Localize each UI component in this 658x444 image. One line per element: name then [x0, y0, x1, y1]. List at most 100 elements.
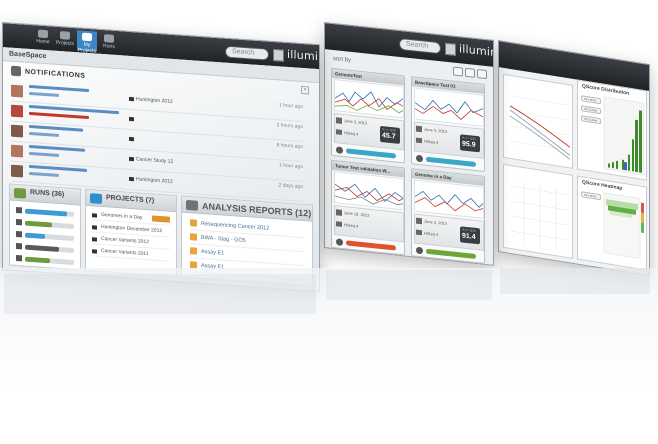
notifications-icon — [11, 65, 21, 77]
notification-project[interactable]: Huntington 2012 — [129, 176, 173, 185]
q30-badge: % >= Q30 95.9 — [460, 134, 480, 153]
nav-tab-my-projects[interactable]: My Projects — [77, 30, 97, 55]
progress-fill — [25, 232, 45, 239]
notification-time: 1 hour ago — [279, 102, 303, 111]
calendar-icon — [336, 209, 342, 216]
report-icon — [186, 199, 198, 211]
run-card[interactable]: BaseSpace Test 01 June 5, 2013 HiSeq 4 %… — [411, 76, 485, 172]
clock-icon — [416, 246, 423, 255]
qscore-distribution-panel: QScore Distribution All Lanes All Cycles… — [577, 79, 647, 181]
folder-icon — [60, 31, 70, 40]
analysis-reports-title: ANALYSIS REPORTS (12) — [202, 200, 312, 219]
run-metrics-chart — [334, 79, 404, 119]
close-icon[interactable]: × — [301, 85, 309, 95]
calendar-icon — [336, 117, 342, 124]
notification-time: 2 days ago — [278, 182, 303, 191]
instrument-icon — [336, 129, 342, 135]
instrument-icon — [416, 137, 422, 144]
nav-tab-home[interactable]: Home — [33, 27, 53, 48]
folder-icon — [90, 193, 102, 204]
runs-icon — [14, 187, 26, 199]
avatar — [11, 84, 23, 98]
run-icon — [16, 206, 22, 214]
progress-bar — [25, 220, 74, 230]
settings-toggle[interactable] — [477, 69, 487, 80]
q30-value: 45.7 — [382, 132, 396, 141]
progress-fill — [25, 256, 50, 264]
run-card[interactable]: Tumor Test validation W... June 19, 2013… — [331, 159, 405, 256]
progress-fill — [25, 208, 67, 217]
notification-time: 8 hours ago — [276, 142, 303, 151]
progress-bar — [25, 244, 74, 254]
notification-project[interactable] — [129, 116, 136, 122]
avatar — [11, 144, 23, 158]
home-icon — [38, 29, 48, 39]
run-metrics-chart — [334, 171, 404, 211]
run-metrics-chart — [414, 87, 484, 127]
qscore-histogram — [603, 96, 645, 176]
progress-bar — [25, 232, 74, 242]
run-metrics-chart — [414, 179, 484, 219]
notification-project[interactable]: Cancer Study 12 — [129, 156, 173, 165]
nav-tab-projects[interactable]: Projects — [55, 29, 75, 50]
nav-tab-runs[interactable]: Runs — [99, 32, 119, 53]
grid-view-toggle[interactable] — [453, 66, 463, 77]
runs-dashboard-screen: Search illumina sort by GenomeTest June … — [324, 22, 494, 266]
qscore-heatmap — [603, 192, 644, 259]
notification-time: 1 hour ago — [279, 162, 303, 171]
marketing-scene: QScore Distribution All Lanes All Cycles… — [0, 0, 658, 444]
user-avatar[interactable] — [273, 48, 284, 62]
run-icon — [16, 218, 22, 226]
run-status-bar — [346, 240, 396, 251]
grid-chart — [510, 182, 570, 252]
folder-icon — [82, 32, 92, 42]
instrument-icon — [416, 229, 422, 236]
avatar — [11, 164, 23, 178]
progress-bar — [25, 256, 74, 266]
search-input[interactable]: Search — [399, 37, 441, 55]
clock-icon — [336, 146, 343, 154]
notification-project[interactable]: Huntington 2012 — [129, 96, 173, 105]
charts-screen: QScore Distribution All Lanes All Cycles… — [498, 40, 650, 277]
run-status-bar — [346, 148, 396, 159]
notifications-title: NOTIFICATIONS — [25, 68, 86, 80]
user-avatar[interactable] — [445, 42, 456, 56]
line-chart-panel — [503, 73, 573, 169]
new-badge — [152, 215, 170, 223]
instrument-icon — [336, 221, 342, 227]
run-status-bar — [426, 156, 476, 167]
notification-project[interactable] — [129, 136, 136, 142]
runs-title: RUNS (36) — [30, 188, 65, 199]
basespace-home-screen: Home Projects My Projects Runs Search il… — [2, 22, 320, 293]
run-icon — [16, 230, 22, 238]
avatar — [11, 104, 23, 118]
run-icon — [16, 242, 22, 250]
app-name: BaseSpace — [9, 50, 47, 61]
illumina-logo: illumina — [459, 42, 494, 60]
illumina-logo: illumina — [287, 47, 320, 65]
progress-fill — [25, 220, 52, 228]
list-view-toggle[interactable] — [465, 67, 475, 78]
run-status-bar — [426, 248, 476, 259]
avatar — [11, 124, 23, 138]
clock-icon — [416, 154, 423, 163]
sort-label: sort by — [333, 55, 352, 64]
qscore-heatmap-panel: QScore Heatmap All Lanes — [577, 175, 647, 271]
q30-badge: % >= Q30 91.4 — [460, 226, 480, 245]
projects-title: PROJECTS (7) — [106, 194, 155, 205]
q30-value: 95.9 — [462, 140, 476, 149]
q30-badge: % >= Q30 45.7 — [380, 125, 400, 144]
notification-time: 2 hours ago — [276, 122, 303, 131]
run-card[interactable]: Genome in a Day June 3, 2013 HiSeq 4 % >… — [411, 168, 485, 264]
calendar-icon — [416, 217, 422, 225]
projects-panel: PROJECTS (7) Genomes in a Day Huntington… — [85, 188, 177, 278]
floor-reflection — [0, 268, 658, 444]
search-input[interactable]: Search — [225, 45, 269, 61]
clock-icon — [336, 238, 343, 246]
q30-value: 91.4 — [462, 232, 476, 241]
decay-line-chart — [509, 95, 571, 160]
progress-bar — [25, 208, 74, 218]
run-card[interactable]: GenomeTest June 3, 2013 HiSeq 4 % >= Q30… — [331, 67, 405, 164]
runs-panel: RUNS (36) — [9, 183, 81, 271]
calendar-icon — [416, 125, 422, 133]
